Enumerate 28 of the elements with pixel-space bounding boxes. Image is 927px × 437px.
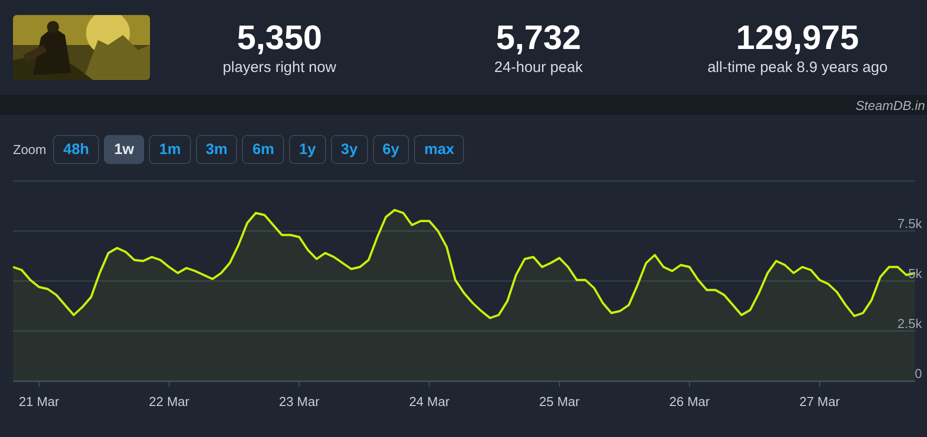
stat-label: 24-hour peak — [494, 59, 583, 76]
zoom-button[interactable]: 48h — [53, 135, 100, 164]
zoom-button[interactable]: 3m — [196, 135, 238, 164]
stat-value: 5,732 — [496, 19, 582, 57]
stat-label: all-time peak 8.9 years ago — [707, 59, 888, 76]
stat-label: players right now — [222, 59, 336, 76]
axis-label: 5k — [908, 266, 922, 281]
stat-value: 129,975 — [736, 19, 859, 57]
credit-text: SteamDB.in — [856, 98, 925, 112]
zoom-button[interactable]: 6m — [242, 135, 284, 164]
zoom-button[interactable]: 1w — [104, 135, 144, 164]
stat-value: 5,350 — [236, 19, 322, 57]
axis-label: 2.5k — [897, 316, 922, 331]
axis-label: 23 Mar — [278, 394, 320, 409]
axis-label: 7.5k — [897, 216, 922, 231]
axis-label: 27 Mar — [799, 394, 840, 409]
zoom-label: Zoom — [13, 142, 46, 157]
axis-label: 26 Mar — [669, 394, 710, 409]
axis-label: 21 Mar — [18, 394, 60, 409]
zoom-button[interactable]: 3y — [330, 135, 368, 164]
axis-label: 0 — [914, 366, 922, 381]
axis-label: 22 Mar — [148, 394, 190, 409]
zoom-button[interactable]: 1m — [149, 135, 191, 164]
axis-label: 24 Mar — [409, 394, 450, 409]
zoom-button[interactable]: max — [414, 135, 464, 164]
axis-label: 25 Mar — [539, 394, 580, 409]
zoom-button[interactable]: 1y — [289, 135, 326, 164]
zoom-button[interactable]: 6y — [372, 135, 410, 164]
